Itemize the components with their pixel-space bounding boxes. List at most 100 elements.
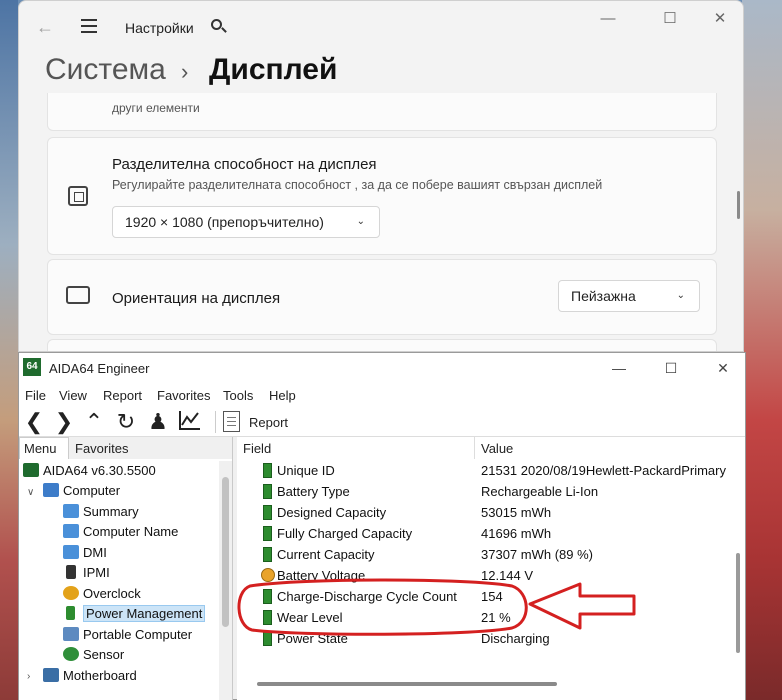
aida-titlebar: 64 AIDA64 Engineer — ☐ ✕ — [19, 353, 745, 383]
tree-item-computer[interactable]: Computer — [43, 483, 120, 503]
details-horizontal-scrollbar[interactable] — [251, 679, 735, 689]
report-button[interactable]: Report — [249, 415, 288, 430]
search-icon[interactable] — [207, 15, 231, 39]
battery-icon — [263, 526, 272, 541]
overclock-icon — [63, 586, 79, 600]
minimize-button[interactable]: — — [593, 9, 623, 29]
orientation-dropdown[interactable]: Пейзажна ⌄ — [558, 280, 700, 312]
tree-item-portable-computer[interactable]: Portable Computer — [63, 627, 192, 647]
resolution-card: Разделителна способност на дисплея Регул… — [47, 137, 717, 255]
hamburger-menu-icon[interactable] — [77, 15, 101, 39]
settings-scrollbar[interactable] — [737, 191, 740, 219]
orientation-icon — [66, 286, 90, 304]
tree-item-computer-name[interactable]: Computer Name — [63, 524, 178, 544]
orientation-value: Пейзажна — [571, 288, 636, 304]
summary-icon — [63, 504, 79, 518]
close-button[interactable]: ✕ — [705, 9, 735, 29]
back-arrow-icon[interactable]: ← — [33, 15, 57, 39]
maximize-button[interactable]: ☐ — [657, 358, 685, 378]
table-row[interactable]: Charge-Discharge Cycle Count 154 — [237, 586, 733, 607]
breadcrumb-separator: › — [181, 59, 189, 84]
chevron-down-icon: ⌄ — [356, 216, 365, 227]
resolution-subtitle: Регулирайте разделителната способност , … — [112, 178, 603, 192]
computer-icon — [43, 483, 59, 497]
menu-help[interactable]: Help — [269, 388, 296, 403]
details-scrollbar-thumb[interactable] — [736, 553, 740, 653]
column-header-field[interactable]: Field — [237, 437, 475, 459]
tree-item-summary[interactable]: Summary — [63, 504, 139, 524]
table-row[interactable]: Designed Capacity 53015 mWh — [237, 502, 733, 523]
details-scrollbar[interactable] — [733, 459, 745, 679]
battery-icon — [263, 589, 272, 604]
desktop-background-left — [0, 0, 18, 700]
up-icon[interactable]: ⌃ — [81, 409, 107, 435]
resolution-value: 1920 × 1080 (препоръчително) — [125, 214, 324, 230]
battery-icon — [263, 631, 272, 646]
voltage-icon — [261, 568, 275, 582]
column-header-value[interactable]: Value — [475, 437, 737, 459]
minimize-button[interactable]: — — [605, 358, 633, 378]
table-row[interactable]: Power State Discharging — [237, 628, 733, 649]
chart-icon[interactable] — [177, 409, 203, 435]
forward-icon[interactable]: ❯ — [51, 409, 77, 435]
resolution-title: Разделителна способност на дисплея — [112, 156, 377, 173]
battery-icon — [263, 547, 272, 562]
back-icon[interactable]: ❮ — [21, 409, 47, 435]
battery-icon — [263, 463, 272, 478]
tree-scrollbar[interactable] — [219, 461, 232, 700]
partial-settings-card[interactable]: други елементи — [47, 93, 717, 131]
aida-window-title: AIDA64 Engineer — [49, 361, 150, 376]
battery-icon — [263, 505, 272, 520]
dmi-icon — [63, 545, 79, 559]
tree-item-power-management[interactable]: Power Management — [63, 605, 206, 626]
resolution-dropdown[interactable]: 1920 × 1080 (препоръчително) ⌄ — [112, 206, 380, 238]
resolution-icon — [68, 186, 88, 206]
battery-icon — [263, 610, 272, 625]
table-row[interactable]: Wear Level 21 % — [237, 607, 733, 628]
table-row[interactable]: Unique ID 21531 2020/08/19Hewlett-Packar… — [237, 460, 733, 481]
report-icon[interactable] — [223, 411, 240, 432]
tab-menu[interactable]: Menu — [19, 437, 69, 459]
orientation-title: Ориентация на дисплея — [112, 290, 281, 307]
menu-view[interactable]: View — [59, 388, 87, 403]
tab-favorites[interactable]: Favorites — [75, 441, 128, 456]
expand-arrow-icon[interactable]: › — [27, 671, 30, 682]
partial-card-text: други елементи — [112, 101, 200, 115]
partial-bottom-card — [47, 339, 717, 351]
menu-tools[interactable]: Tools — [223, 388, 253, 403]
tree-item-overclock[interactable]: Overclock — [63, 586, 141, 606]
horizontal-scrollbar-thumb[interactable] — [257, 682, 557, 686]
menu-favorites[interactable]: Favorites — [157, 388, 210, 403]
tree-item-ipmi[interactable]: IPMI — [63, 565, 110, 585]
menu-bar: File View Report Favorites Tools Help — [19, 383, 745, 407]
computer-name-icon — [63, 524, 79, 538]
page-title: Дисплей — [209, 53, 338, 86]
ipmi-icon — [66, 565, 76, 579]
maximize-button[interactable]: ☐ — [655, 9, 685, 29]
tree-item-dmi[interactable]: DMI — [63, 545, 107, 565]
tree-item-motherboard[interactable]: Motherboard — [43, 668, 137, 688]
collapse-arrow-icon[interactable]: ∨ — [27, 487, 34, 498]
settings-window: ← Настройки — ☐ ✕ Система › Дисплей друг… — [18, 0, 744, 352]
breadcrumb-system[interactable]: Система — [45, 53, 166, 87]
table-row[interactable]: Current Capacity 37307 mWh (89 %) — [237, 544, 733, 565]
settings-app-title: Настройки — [125, 20, 194, 36]
refresh-icon[interactable]: ↻ — [113, 409, 139, 435]
battery-icon — [66, 606, 75, 620]
aida-app-icon — [23, 463, 39, 477]
table-row[interactable]: Fully Charged Capacity 41696 mWh — [237, 523, 733, 544]
menu-report[interactable]: Report — [103, 388, 142, 403]
table-row[interactable]: Battery Type Rechargeable Li-Ion — [237, 481, 733, 502]
tree-scrollbar-thumb[interactable] — [222, 477, 229, 627]
desktop-background-right — [742, 0, 782, 700]
navigation-pane: Menu Favorites AIDA64 v6.30.5500 ∨ Compu… — [19, 437, 233, 700]
sensor-icon — [63, 647, 79, 661]
battery-icon — [263, 484, 272, 499]
table-row[interactable]: Battery Voltage 12.144 V — [237, 565, 733, 586]
settings-titlebar: ← Настройки — ☐ ✕ — [19, 1, 743, 51]
menu-file[interactable]: File — [25, 388, 46, 403]
tree-item-sensor[interactable]: Sensor — [63, 647, 124, 667]
tree-item-aida64[interactable]: AIDA64 v6.30.5500 — [23, 463, 156, 483]
user-icon[interactable]: ♟ — [145, 409, 171, 435]
close-button[interactable]: ✕ — [709, 358, 737, 378]
